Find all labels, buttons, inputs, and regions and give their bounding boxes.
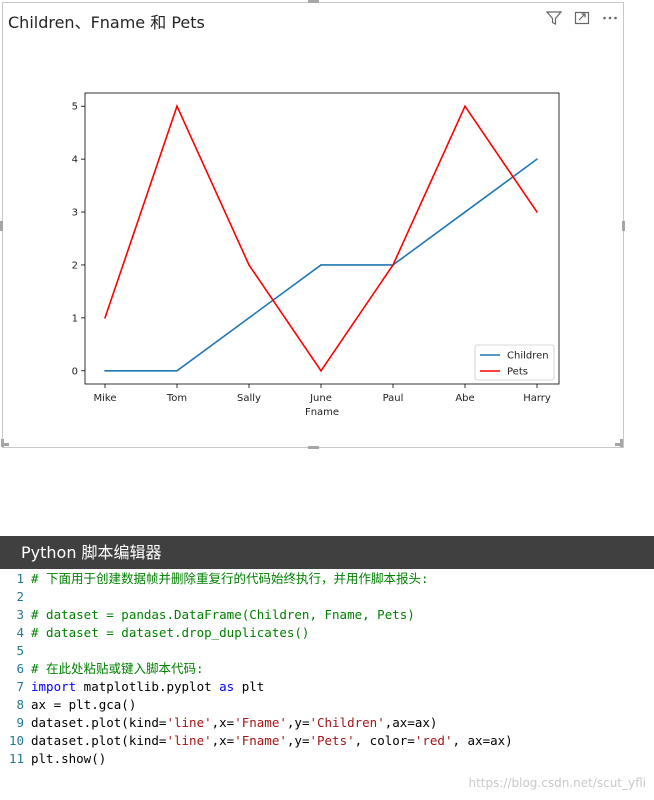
code-line[interactable]: 6 # 在此处粘贴或键入脚本代码: <box>0 660 654 678</box>
code-line[interactable]: 10 dataset.plot(kind='line',x='Fname',y='… <box>0 732 654 750</box>
y-tick-label: 0 <box>72 366 78 377</box>
code-line[interactable]: 3 # dataset = pandas.DataFrame(Children, … <box>0 606 654 624</box>
legend-label-pets: Pets <box>507 367 528 378</box>
y-tick-label: 1 <box>72 313 78 324</box>
code-token: ax = plt.gca() <box>31 697 137 712</box>
resize-handle-right[interactable] <box>622 221 625 231</box>
code-text: # dataset = pandas.DataFrame(Children, F… <box>31 606 415 624</box>
code-line[interactable]: 11 plt.show() <box>0 750 654 768</box>
x-tick-label: June <box>309 393 332 404</box>
line-number: 9 <box>16 715 24 730</box>
data-point-pets <box>464 105 466 108</box>
code-token: , color= <box>354 733 415 748</box>
code-token: matplotlib.pyplot <box>76 679 220 694</box>
code-token: # 下面用于创建数据帧并删除重复行的代码始终执行，并用作脚本报头: <box>31 571 429 586</box>
line-number: 6 <box>16 661 24 676</box>
code-token: 'line' <box>166 733 212 748</box>
code-token: ,y= <box>286 733 310 748</box>
code-token: 'Children' <box>309 715 385 730</box>
y-tick-label: 3 <box>72 208 78 219</box>
data-point-pets <box>536 211 538 213</box>
line-number: 10 <box>8 733 24 748</box>
x-tick-label: Sally <box>237 393 261 404</box>
y-tick-label: 4 <box>72 155 78 166</box>
code-text: # 在此处粘贴或键入脚本代码: <box>31 660 204 678</box>
code-token: ,ax=ax) <box>384 715 438 730</box>
x-tick-label: Harry <box>523 393 551 404</box>
data-point-children <box>464 211 466 213</box>
code-token: 'red' <box>414 733 453 748</box>
y-tick-label: 2 <box>72 260 78 271</box>
x-tick-label: Paul <box>383 393 404 404</box>
plot-frame <box>84 92 560 385</box>
code-token: # dataset = pandas.DataFrame(Children, F… <box>31 607 415 622</box>
data-point-pets <box>320 369 322 372</box>
data-point-children <box>176 369 178 372</box>
code-token: plt <box>234 679 265 694</box>
line-number: 11 <box>8 751 24 766</box>
line-number: 2 <box>16 589 24 604</box>
script-editor-title: Python 脚本编辑器 <box>21 543 162 562</box>
data-point-pets <box>176 105 178 108</box>
code-token: 'Fname' <box>234 733 287 748</box>
data-point-pets <box>248 264 250 266</box>
legend-label-children: Children <box>507 351 549 362</box>
code-text: dataset.plot(kind='line',x='Fname',y='Pe… <box>31 732 513 750</box>
code-token: # 在此处粘贴或键入脚本代码: <box>31 661 204 676</box>
line-number: 1 <box>16 571 24 586</box>
y-tick-label: 5 <box>72 102 78 113</box>
code-text: dataset.plot(kind='line',x='Fname',y='Ch… <box>31 714 437 732</box>
code-text: # dataset = dataset.drop_duplicates() <box>31 624 309 642</box>
line-number: 7 <box>16 679 24 694</box>
resize-handle-bottom-right-v[interactable] <box>620 439 623 447</box>
x-tick-label: Tom <box>166 393 187 404</box>
data-point-children <box>104 369 106 372</box>
x-tick-label: Abe <box>455 393 474 404</box>
script-editor-header: Python 脚本编辑器 <box>0 536 654 569</box>
code-token: as <box>219 679 235 694</box>
code-text: import matplotlib.pyplot as plt <box>31 678 264 696</box>
data-point-children <box>536 158 538 160</box>
python-visual-card[interactable]: Children、Fname 和 Pets 0 1 2 3 4 5 Mike Tom Sally… <box>0 0 625 449</box>
code-line[interactable]: 5 <box>0 642 654 660</box>
code-token: 'line' <box>166 715 212 730</box>
resize-handle-left[interactable] <box>0 221 3 231</box>
code-line[interactable]: 8 ax = plt.gca() <box>0 696 654 714</box>
code-token: , ax=ax) <box>452 733 513 748</box>
code-token: dataset.plot(kind= <box>31 733 167 748</box>
code-line[interactable]: 4 # dataset = dataset.drop_duplicates() <box>0 624 654 642</box>
code-token: plt.show() <box>31 751 107 766</box>
code-text: plt.show() <box>31 750 106 768</box>
line-number: 3 <box>16 607 24 622</box>
data-point-children <box>248 317 250 319</box>
code-token: 'Fname' <box>234 715 287 730</box>
code-line[interactable]: 9 dataset.plot(kind='line',x='Fname',y='C… <box>0 714 654 732</box>
code-line[interactable]: 7 import matplotlib.pyplot as plt <box>0 678 654 696</box>
code-text: ax = plt.gca() <box>31 696 136 714</box>
line-chart: 0 1 2 3 4 5 Mike Tom Sally June Paul Abe Harry Fname C… <box>72 92 560 418</box>
code-token: ,x= <box>211 715 235 730</box>
code-token: ,x= <box>211 733 235 748</box>
code-token: 'Pets' <box>309 733 355 748</box>
script-editor-body[interactable]: 1 # 下面用于创建数据帧并删除重复行的代码始终执行，并用作脚本报头: 2 3 # da… <box>0 569 654 800</box>
line-number: 8 <box>16 697 24 712</box>
code-token: import <box>31 679 77 694</box>
data-point-pets <box>392 264 394 266</box>
data-point-pets <box>104 317 106 319</box>
data-point-children <box>320 264 322 266</box>
code-line[interactable]: 2 <box>0 588 654 606</box>
x-tick-label: Mike <box>94 393 117 404</box>
resize-handle-bottom[interactable] <box>308 446 319 449</box>
line-number: 4 <box>16 625 24 640</box>
code-token: dataset.plot(kind= <box>31 715 167 730</box>
resize-handle-top[interactable] <box>308 0 319 3</box>
x-axis-label: Fname <box>305 407 339 418</box>
code-token: # dataset = dataset.drop_duplicates() <box>31 625 310 640</box>
watermark: https://blog.csdn.net/scut_yfli <box>468 776 646 790</box>
resize-handle-bottom-left-v[interactable] <box>1 439 4 447</box>
code-line[interactable]: 1 # 下面用于创建数据帧并删除重复行的代码始终执行，并用作脚本报头: <box>0 570 654 588</box>
line-number: 5 <box>16 643 24 658</box>
code-text: # 下面用于创建数据帧并删除重复行的代码始终执行，并用作脚本报头: <box>31 570 429 588</box>
code-token: ,y= <box>286 715 310 730</box>
